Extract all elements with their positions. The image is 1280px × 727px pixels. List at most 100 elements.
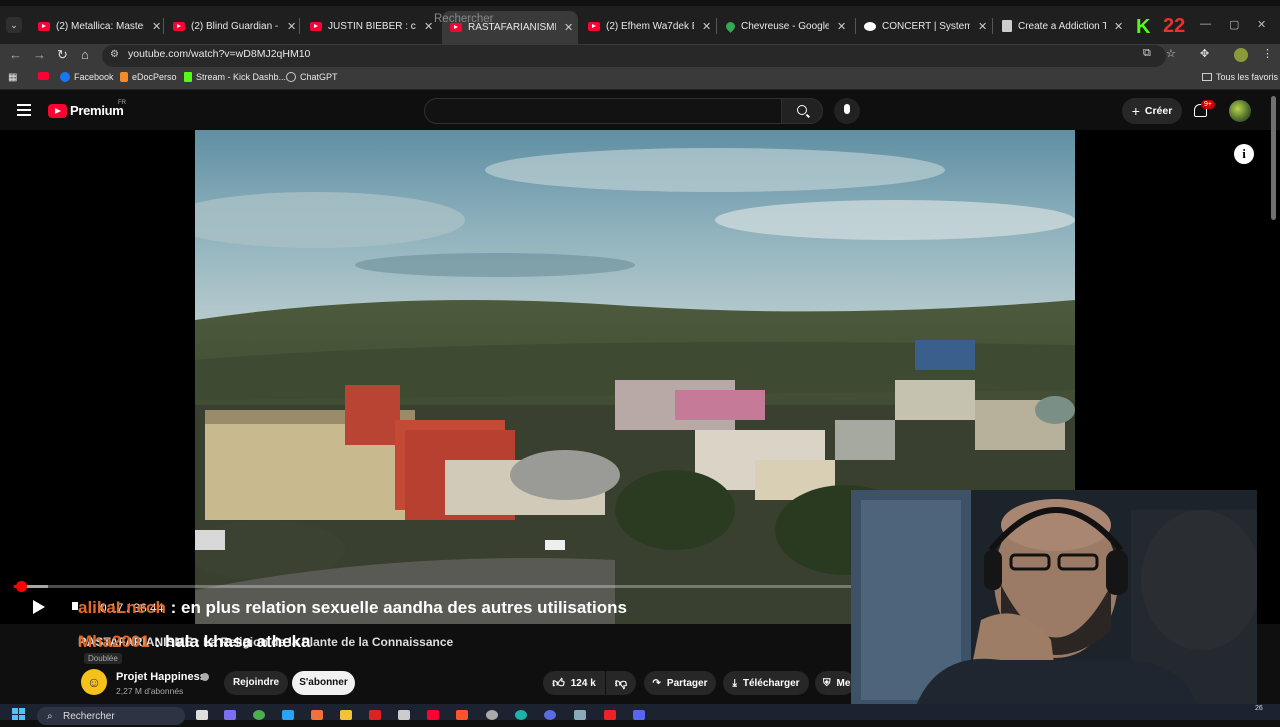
region-code: FR <box>118 100 126 106</box>
close-icon[interactable]: ✕ <box>1114 20 1123 33</box>
bookmark-label: Stream - Kick Dashb... <box>196 72 287 82</box>
install-icon[interactable]: ⧉ <box>1143 47 1151 60</box>
app-icon[interactable] <box>398 710 410 720</box>
folder-icon[interactable] <box>340 710 352 720</box>
create-button[interactable]: + Créer <box>1122 98 1182 124</box>
close-icon[interactable]: ✕ <box>152 20 161 33</box>
bookmark-chatgpt[interactable]: ChatGPT <box>286 72 338 82</box>
settings-icon[interactable] <box>486 710 498 720</box>
tab-metallica[interactable]: (2) Metallica: Master of Puppets ✕ <box>30 14 162 38</box>
channel-name[interactable]: Projet Happiness <box>116 671 206 683</box>
tab-tier-list[interactable]: Create a Addiction Tier List ✕ <box>994 14 1130 38</box>
tab-concert[interactable]: CONCERT | System of a Down ✕ <box>856 14 990 38</box>
reload-icon[interactable]: ↻ <box>57 47 68 63</box>
chat-username: Mha2001 <box>78 632 150 651</box>
doc-icon <box>1002 20 1012 32</box>
star-icon[interactable]: ☆ <box>1166 47 1176 60</box>
progress-bar[interactable] <box>14 581 852 592</box>
hamburger-menu-icon[interactable] <box>17 104 31 116</box>
profile-avatar[interactable] <box>1234 48 1248 62</box>
close-icon[interactable]: ✕ <box>564 21 573 34</box>
forward-icon[interactable]: → <box>33 47 46 62</box>
tab-efhem[interactable]: (2) Efhem Wa7dek Episod ✕ <box>580 14 714 38</box>
maximize-icon[interactable]: ▢ <box>1229 18 1239 31</box>
copilot-icon[interactable] <box>224 710 236 720</box>
search-icon: ⌕ <box>47 711 53 722</box>
search-placeholder: Rechercher <box>434 13 494 25</box>
tab-justin-bieber[interactable]: JUSTIN BIEBER : célèbre t ✕ <box>302 14 438 38</box>
search-input[interactable] <box>424 98 782 124</box>
channel-avatar[interactable]: ☺ <box>81 669 107 695</box>
close-icon[interactable]: ✕ <box>978 20 987 33</box>
app-icon[interactable] <box>311 710 323 720</box>
dislike-button[interactable]: 👎︎ <box>606 671 636 695</box>
subscribe-button[interactable]: S'abonner <box>292 671 355 695</box>
tab-strip-top <box>0 0 1280 6</box>
bookmark-edocperso[interactable]: eDocPerso <box>120 72 177 82</box>
tab-title: Create a Addiction Tier List <box>1018 20 1106 32</box>
close-icon[interactable]: ✕ <box>424 20 433 33</box>
youtube-icon <box>310 21 322 31</box>
tab-google-maps[interactable]: Chevreuse - Google Maps ✕ <box>718 14 852 38</box>
more-label: Me <box>836 677 851 689</box>
discord-icon[interactable] <box>633 710 645 720</box>
join-button[interactable]: Rejoindre <box>224 671 288 695</box>
back-icon[interactable]: ← <box>9 47 22 62</box>
all-bookmarks-label: Tous les favoris <box>1216 72 1279 82</box>
tab-divider <box>716 18 717 34</box>
app-icon[interactable] <box>544 710 556 720</box>
folder-icon <box>1202 73 1212 81</box>
windows-start-icon[interactable] <box>12 708 26 720</box>
taskbar-search[interactable]: ⌕ Rechercher <box>37 707 185 725</box>
extensions-icon[interactable]: ✥ <box>1200 47 1209 60</box>
brave-icon[interactable] <box>456 710 468 720</box>
menu-icon[interactable]: ⋮ <box>1262 47 1273 60</box>
close-icon[interactable]: ✕ <box>287 20 296 33</box>
play-icon[interactable] <box>33 600 45 614</box>
facebook-icon <box>60 72 70 82</box>
close-icon[interactable]: ✕ <box>837 20 846 33</box>
dubbed-badge: Doublée <box>84 653 122 664</box>
voice-search-button[interactable] <box>834 98 860 124</box>
url-text[interactable]: youtube.com/watch?v=wD8MJ2qHM10 <box>128 48 310 60</box>
tab-search-button[interactable]: ⌄ <box>6 17 22 33</box>
search-button[interactable] <box>781 98 823 124</box>
youtube-icon[interactable] <box>427 710 439 720</box>
bookmark-facebook[interactable]: Facebook <box>60 72 114 82</box>
youtube-header: Premium FR + Créer 9+ <box>0 91 1280 131</box>
edge-icon[interactable] <box>515 710 527 720</box>
calculator-icon[interactable] <box>574 710 586 720</box>
share-icon: ↷ <box>652 677 661 689</box>
chat-message: Mha2001 : hala khasa atheka <box>78 632 310 652</box>
bookmark-kick[interactable]: Stream - Kick Dashb... <box>184 72 286 82</box>
bookmark-youtube[interactable] <box>38 72 49 80</box>
home-icon[interactable]: ⌂ <box>81 47 89 62</box>
close-icon[interactable]: ✕ <box>702 20 711 33</box>
page-scrollbar[interactable] <box>1271 96 1276 220</box>
all-bookmarks[interactable]: Tous les favoris <box>1202 72 1278 82</box>
minimize-icon[interactable]: — <box>1200 18 1211 30</box>
youtube-logo-icon[interactable] <box>48 104 67 118</box>
apps-grid-icon[interactable]: ▦ <box>8 72 17 83</box>
chrome-icon[interactable] <box>253 710 265 720</box>
store-icon[interactable] <box>282 710 294 720</box>
share-button[interactable]: ↷ Partager <box>644 671 716 695</box>
tab-title: (2) Metallica: Master of Puppets <box>56 20 144 32</box>
chat-text: : hala khasa atheka <box>154 632 311 651</box>
progress-knob[interactable] <box>15 581 27 592</box>
tab-blind-guardian[interactable]: (2) Blind Guardian - Valhalla ✕ <box>165 14 297 38</box>
more-button[interactable]: ⛨ Me <box>815 671 855 695</box>
avatar[interactable] <box>1229 100 1251 122</box>
bookmark-label: Facebook <box>74 72 114 82</box>
app-icon[interactable] <box>604 710 616 720</box>
youtube-premium-logo[interactable]: Premium <box>70 103 124 118</box>
like-button[interactable]: 👍︎ 124 k <box>543 671 605 695</box>
netflix-icon[interactable] <box>369 710 381 720</box>
site-info-icon[interactable]: ⚙ <box>110 49 119 60</box>
close-window-icon[interactable]: ✕ <box>1257 18 1266 31</box>
info-icon[interactable]: i <box>1234 144 1254 164</box>
taskbar-clock: 26 <box>1255 705 1263 712</box>
tab-divider <box>299 18 300 34</box>
task-view-icon[interactable] <box>196 710 208 720</box>
download-button[interactable]: ⤓ Télécharger <box>723 671 809 695</box>
